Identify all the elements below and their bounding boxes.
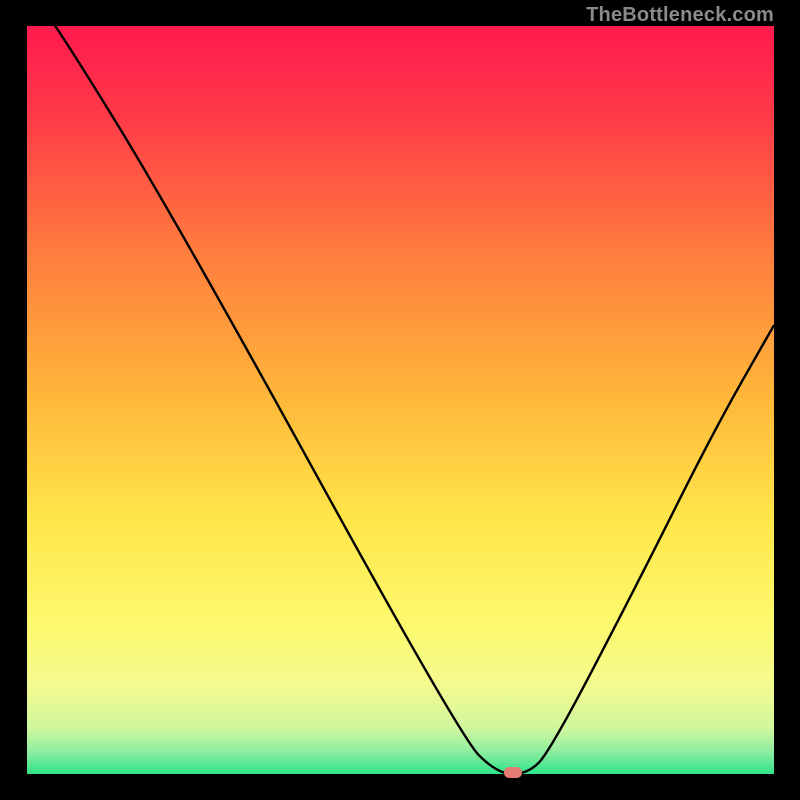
optimal-marker [504,767,522,778]
chart-frame: TheBottleneck.com [0,0,800,800]
bottleneck-curve [27,26,774,774]
curve-path [27,0,774,774]
watermark-text: TheBottleneck.com [586,4,774,27]
